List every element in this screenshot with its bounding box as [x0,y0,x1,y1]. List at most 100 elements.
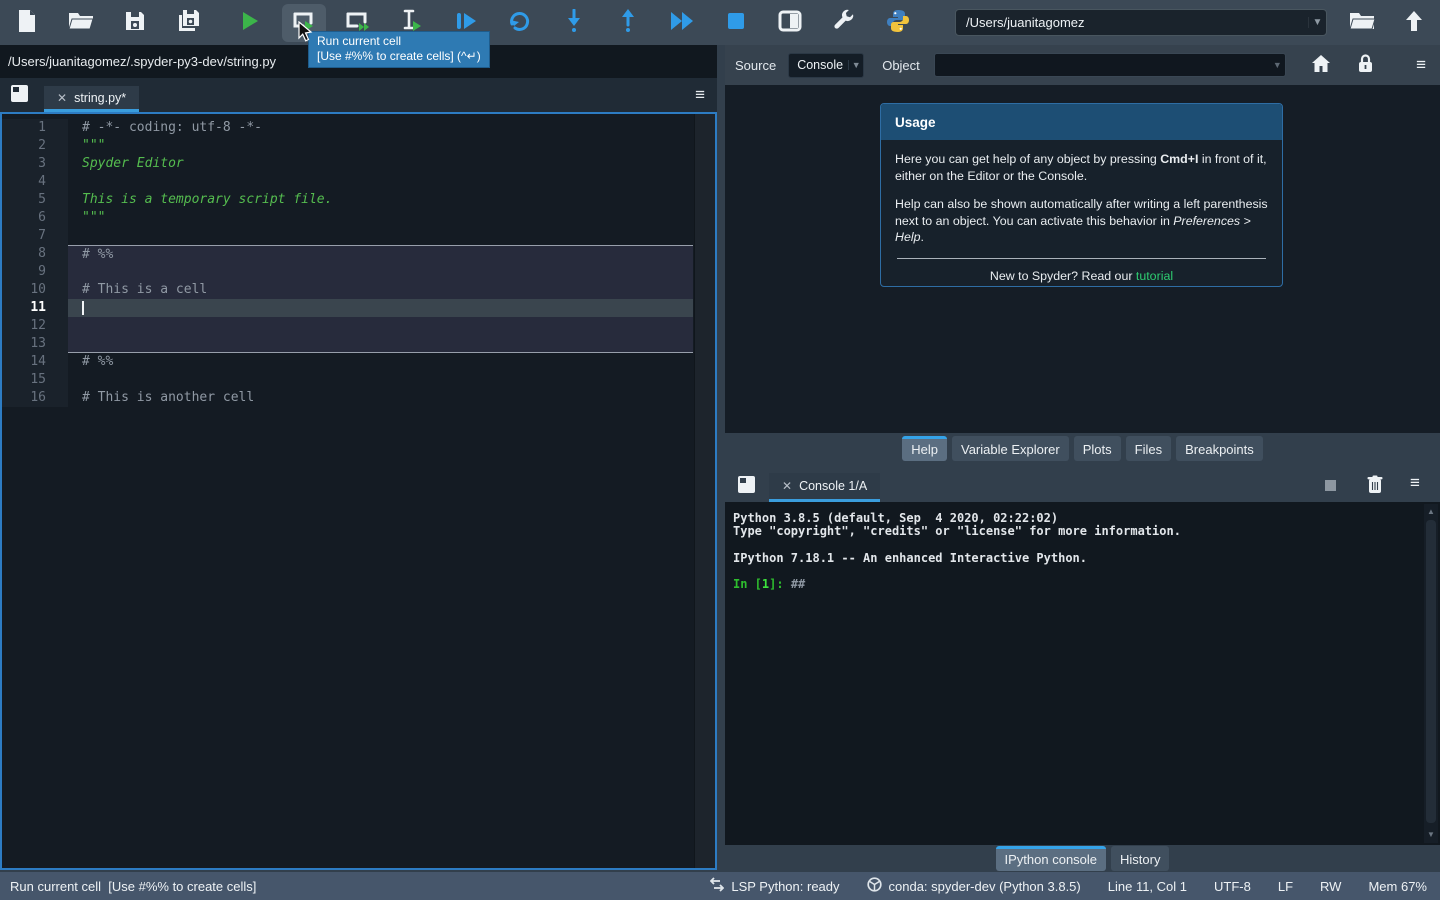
editor-line[interactable]: 16# This is another cell [2,389,715,407]
editor-line[interactable]: 8# %% [2,245,715,263]
editor-line[interactable]: 9 [2,263,715,281]
scroll-up-icon[interactable]: ▲ [1424,506,1438,518]
tab-help[interactable]: Help [902,436,947,461]
console-scrollbar[interactable]: ▲ ▼ [1424,504,1438,843]
python-path-manager-button[interactable] [876,4,920,42]
file-switcher-icon[interactable] [737,475,756,499]
line-number[interactable]: 7 [2,227,68,245]
step-return-button[interactable] [606,4,650,42]
editor-line[interactable]: 10# This is a cell [2,281,715,299]
home-button[interactable] [1312,55,1330,75]
code-text[interactable] [68,299,693,317]
preferences-button[interactable] [822,4,866,42]
save-button[interactable] [113,4,157,42]
editor-line[interactable]: 5This is a temporary script file. [2,191,715,209]
code-text[interactable] [68,227,693,245]
tab-plots[interactable]: Plots [1074,436,1121,461]
scrollbar-thumb[interactable] [1426,520,1436,823]
step-into-button[interactable] [552,4,596,42]
editor-tab-stringpy[interactable]: ✕ string.py* [44,86,139,112]
chevron-down-icon[interactable]: ▼ [1308,17,1326,28]
code-text[interactable] [68,263,693,281]
editor-line[interactable]: 3Spyder Editor [2,155,715,173]
code-text[interactable]: # %% [68,353,693,371]
lock-button[interactable] [1358,54,1373,76]
run-file-button[interactable] [228,4,272,42]
line-number[interactable]: 10 [2,281,68,299]
editor-line[interactable]: 15 [2,371,715,389]
save-all-button[interactable] [167,4,211,42]
continue-button[interactable] [660,4,704,42]
code-text[interactable] [68,317,693,335]
chevron-down-icon[interactable]: ▼ [1270,60,1285,70]
editor-scrollbar[interactable] [694,114,715,868]
editor-line[interactable]: 14# %% [2,353,715,371]
parent-directory-button[interactable] [1392,4,1436,42]
line-number[interactable]: 11 [2,299,68,317]
console-output-line [733,538,1420,551]
tab-files[interactable]: Files [1126,436,1171,461]
code-text[interactable] [68,335,693,353]
line-number[interactable]: 12 [2,317,68,335]
trash-icon[interactable] [1367,475,1383,499]
tutorial-link[interactable]: tutorial [1136,269,1173,283]
line-number[interactable]: 4 [2,173,68,191]
editor-line[interactable]: 13 [2,335,715,353]
tab-history[interactable]: History [1111,846,1169,871]
close-icon[interactable]: ✕ [57,91,67,105]
line-number[interactable]: 2 [2,137,68,155]
tab-ipython-console[interactable]: IPython console [996,846,1107,871]
code-text[interactable]: Spyder Editor [68,155,693,173]
stop-button[interactable] [714,4,758,42]
code-text[interactable]: # -*- coding: utf-8 -*- [68,119,693,137]
line-number[interactable]: 15 [2,371,68,389]
line-number[interactable]: 16 [2,389,68,407]
code-text[interactable]: # This is another cell [68,389,693,407]
line-number[interactable]: 1 [2,119,68,137]
working-directory-combobox[interactable]: /Users/juanitagomez ▼ [955,9,1327,36]
console-options-menu-icon[interactable]: ≡ [1410,473,1420,493]
editor-options-menu-icon[interactable]: ≡ [695,85,705,105]
scroll-down-icon[interactable]: ▼ [1424,829,1438,841]
python-logo-icon [886,9,910,36]
line-number[interactable]: 5 [2,191,68,209]
line-number[interactable]: 14 [2,353,68,371]
help-options-menu-icon[interactable]: ≡ [1416,55,1426,75]
code-text[interactable]: """ [68,137,693,155]
console-tab[interactable]: ✕ Console 1/A [769,473,880,502]
editor-line[interactable]: 2""" [2,137,715,155]
line-number[interactable]: 3 [2,155,68,173]
ipython-console[interactable]: Python 3.8.5 (default, Sep 4 2020, 02:22… [725,502,1440,845]
editor-line[interactable]: 12 [2,317,715,335]
close-icon[interactable]: ✕ [782,479,792,493]
file-switcher-icon[interactable] [10,84,29,108]
line-number[interactable]: 8 [2,245,68,263]
new-file-button[interactable] [5,4,49,42]
code-text[interactable]: This is a temporary script file. [68,191,693,209]
editor-line[interactable]: 7 [2,227,715,245]
maximize-pane-button[interactable] [768,4,812,42]
editor-line[interactable]: 11 [2,299,715,317]
code-text[interactable]: # %% [68,245,693,263]
line-number[interactable]: 6 [2,209,68,227]
code-text[interactable]: # This is a cell [68,281,693,299]
interrupt-kernel-icon[interactable] [1325,478,1336,496]
code-text[interactable] [68,371,693,389]
tab-variable-explorer[interactable]: Variable Explorer [952,436,1069,461]
line-number[interactable]: 9 [2,263,68,281]
usage-text-segment: . [920,230,923,244]
code-text[interactable]: """ [68,209,693,227]
code-editor[interactable]: 1# -*- coding: utf-8 -*-2"""3Spyder Edit… [0,112,717,870]
rerun-cell-button[interactable] [498,4,542,42]
object-combobox[interactable]: ▼ [934,53,1286,77]
editor-line[interactable]: 1# -*- coding: utf-8 -*- [2,119,715,137]
browse-directory-button[interactable] [1340,4,1384,42]
editor-line[interactable]: 4 [2,173,715,191]
open-file-button[interactable] [59,4,103,42]
tab-breakpoints[interactable]: Breakpoints [1176,436,1263,461]
line-number[interactable]: 13 [2,335,68,353]
source-select[interactable]: Console ▼ [788,53,864,78]
chevron-down-icon[interactable]: ▼ [848,60,863,70]
code-text[interactable] [68,173,693,191]
editor-line[interactable]: 6""" [2,209,715,227]
